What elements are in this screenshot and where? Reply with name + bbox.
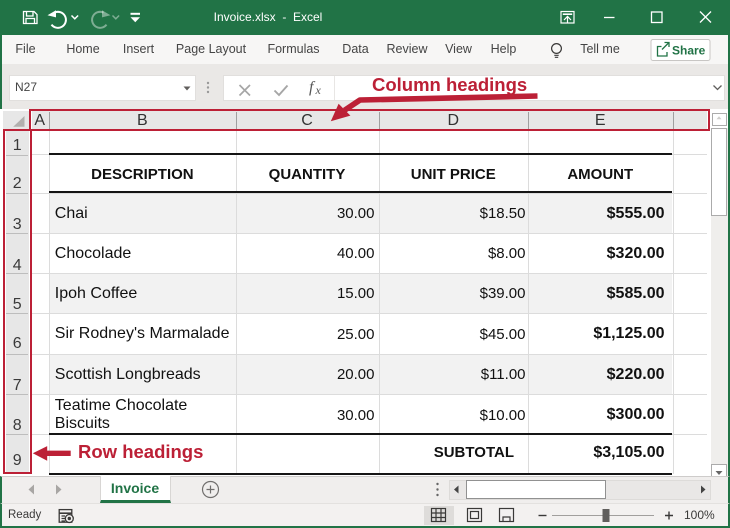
svg-text:Share: Share [672,44,706,58]
svg-text:x: x [315,83,322,97]
